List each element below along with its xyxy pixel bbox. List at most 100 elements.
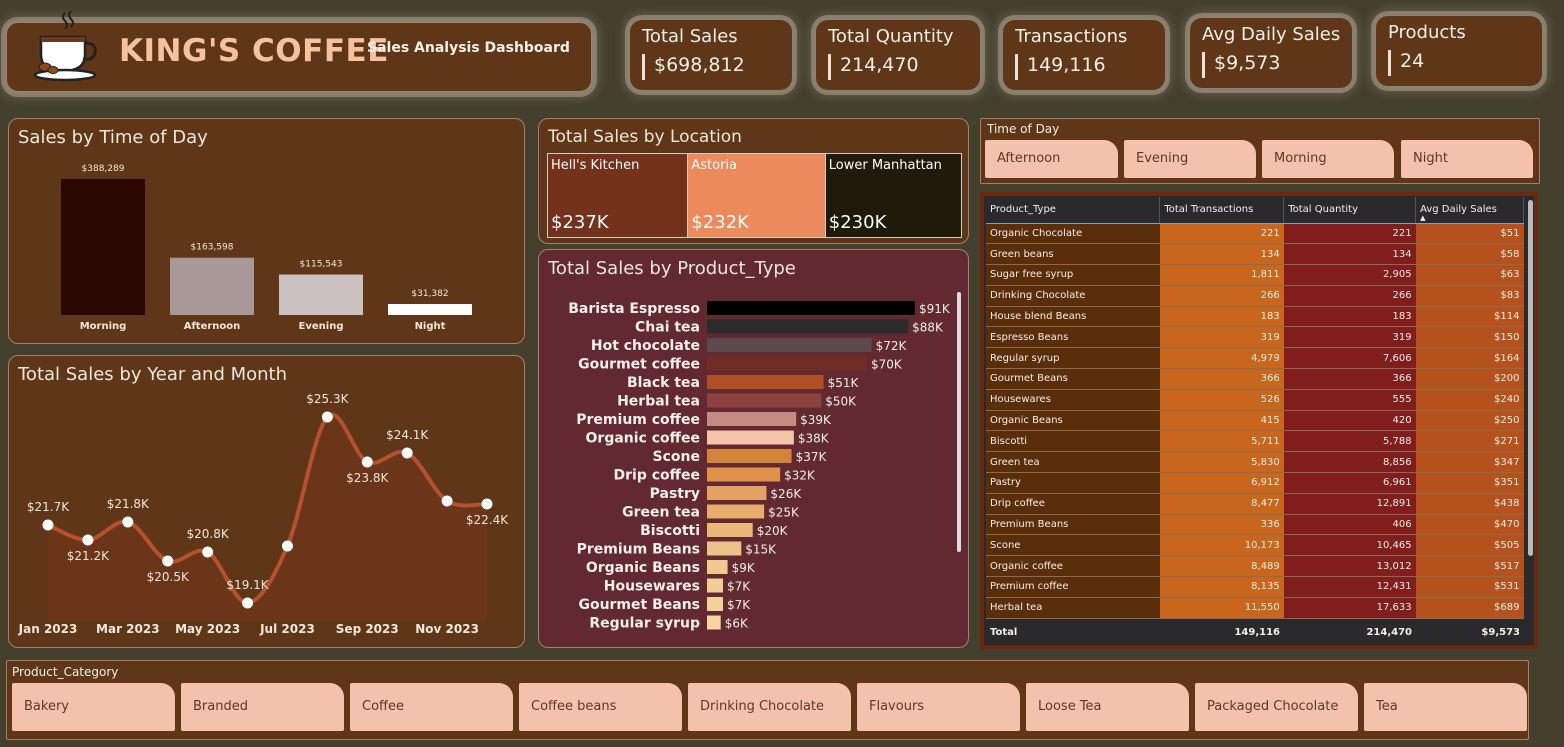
category-option-bakery[interactable]: Bakery: [12, 683, 175, 731]
slicer-option-evening[interactable]: Evening: [1124, 140, 1256, 178]
y-tick-label: Biscotti: [640, 523, 700, 539]
x-tick-label: Jul 2023: [259, 622, 315, 636]
table-row[interactable]: Pastry 6,912 6,961 $351: [986, 472, 1524, 494]
x-tick-label: Sep 2023: [336, 622, 399, 636]
total-avg-daily-sales: $9,573: [1416, 621, 1524, 643]
kpi-total-sales: Total Sales $698,812: [630, 20, 792, 90]
kpi-avg-daily-sales: Avg Daily Sales $9,573: [1190, 18, 1352, 88]
table-row[interactable]: Drip coffee 8,477 12,891 $438: [986, 493, 1524, 515]
x-tick-label: Jan 2023: [18, 622, 78, 636]
kpi-label: Total Sales: [642, 26, 738, 47]
table-row[interactable]: Housewares 526 555 $240: [986, 389, 1524, 411]
category-option-flavours[interactable]: Flavours: [857, 683, 1020, 731]
x-tick-label: Afternoon: [184, 321, 241, 332]
x-tick-label: Morning: [80, 321, 127, 332]
treemap-tile-lower-manhattan[interactable]: Lower Manhattan $230K: [825, 154, 961, 237]
x-tick-label: Night: [415, 321, 446, 332]
data-point: [242, 597, 254, 609]
table-row[interactable]: Biscotti 5,711 5,788 $271: [986, 430, 1524, 453]
cell-product-type: Gourmet Beans: [986, 368, 1160, 390]
data-label: $24.1K: [386, 428, 429, 442]
location-treemap: Hell's Kitchen $237K Astoria $232K Lower…: [547, 153, 962, 238]
cell-total-quantity: 221: [1283, 223, 1416, 245]
table-scroll-area[interactable]: Product_Type Total Transactions Total Qu…: [986, 197, 1524, 623]
category-option-coffee-beans[interactable]: Coffee beans: [519, 683, 682, 731]
table-row[interactable]: Scone 10,173 10,465 $505: [986, 534, 1524, 557]
data-label: $19.1K: [226, 578, 269, 592]
table-row[interactable]: Organic Beans 415 420 $250: [986, 410, 1524, 432]
data-point: [441, 495, 453, 507]
category-option-branded[interactable]: Branded: [181, 683, 344, 731]
table-row[interactable]: Sugar free syrup 1,811 2,905 $63: [986, 264, 1524, 286]
slicer-option-afternoon[interactable]: Afternoon: [985, 140, 1118, 178]
table-row[interactable]: Premium Beans 336 406 $470: [986, 514, 1524, 536]
data-point: [481, 498, 493, 510]
col-header-avg-daily-sales[interactable]: Avg Daily Sales ▲: [1415, 197, 1524, 224]
x-tick-label: May 2023: [175, 622, 240, 636]
bar-organic-coffee: [707, 430, 794, 445]
table-total-row: Total 149,116 214,470 $9,573: [986, 621, 1524, 643]
table-row[interactable]: House blend Beans 183 183 $114: [986, 306, 1524, 328]
cell-avg-daily-sales: $470: [1415, 514, 1524, 536]
product-type-bar-chart: Barista Espresso $91K Chai tea $88K Hot choc…: [568, 301, 951, 632]
y-tick-label: Premium coffee: [576, 412, 700, 428]
category-option-tea[interactable]: Tea: [1364, 683, 1527, 731]
data-label: $25.3K: [306, 392, 349, 406]
table-row[interactable]: Organic coffee 8,489 13,012 $517: [986, 555, 1524, 578]
table-row[interactable]: Gourmet Beans 366 366 $200: [986, 368, 1524, 390]
col-header-product-type[interactable]: Product_Type: [986, 197, 1161, 224]
bar-value-label: $163,598: [191, 243, 234, 253]
table-row[interactable]: Espresso Beans 319 319 $150: [986, 326, 1524, 349]
cell-product-type: Herbal tea: [986, 597, 1160, 619]
table-row[interactable]: Regular syrup 4,979 7,606 $164: [986, 347, 1524, 370]
product-category-slicer: Product_Category Bakery Branded Coffee Coff…: [6, 660, 1529, 740]
data-point: [202, 546, 214, 558]
kpi-total-quantity: Total Quantity 214,470: [816, 20, 980, 90]
y-tick-label: Green tea: [622, 505, 700, 521]
table-row[interactable]: Herbal tea 11,550 17,633 $689: [986, 597, 1524, 619]
bar-value-label: $20K: [757, 524, 789, 538]
treemap-tile-astoria[interactable]: Astoria $232K: [688, 154, 826, 237]
cell-avg-daily-sales: $150: [1415, 326, 1524, 349]
table-row[interactable]: Premium coffee 8,135 12,431 $531: [986, 576, 1524, 598]
cell-total-transactions: 134: [1159, 243, 1284, 266]
cell-total-transactions: 319: [1159, 326, 1284, 349]
y-tick-label: Chai tea: [635, 320, 700, 336]
tile-value: $230K: [828, 212, 887, 233]
bar-value-label: $39K: [800, 413, 832, 427]
category-option-loose-tea[interactable]: Loose Tea: [1026, 683, 1189, 731]
table-row[interactable]: Organic Chocolate 221 221 $51: [986, 223, 1524, 245]
data-label: $21.8K: [107, 497, 150, 511]
bar-value-label: $38K: [798, 432, 830, 446]
chart-scrollbar[interactable]: [957, 292, 961, 552]
bar-value-label: $72K: [876, 339, 908, 353]
cell-total-transactions: 5,711: [1159, 430, 1284, 453]
table-row[interactable]: Drinking Chocolate 266 266 $83: [986, 285, 1524, 307]
table-scrollbar[interactable]: [1528, 200, 1533, 556]
table-row[interactable]: Green tea 5,830 8,856 $347: [986, 451, 1524, 474]
table-body: Organic Chocolate 221 221 $51 Green beans 134…: [986, 223, 1524, 619]
bar-pastry: [707, 486, 767, 500]
category-option-drinking-chocolate[interactable]: Drinking Chocolate: [688, 683, 851, 731]
slicer-option-morning[interactable]: Morning: [1262, 140, 1394, 178]
col-header-total-quantity[interactable]: Total Quantity: [1283, 197, 1417, 224]
cell-avg-daily-sales: $271: [1415, 430, 1524, 453]
slicer-option-night[interactable]: Night: [1401, 140, 1533, 178]
bar-hot-chocolate: [707, 338, 872, 352]
table-row[interactable]: Green beans 134 134 $58: [986, 243, 1524, 266]
cell-avg-daily-sales: $531: [1415, 576, 1524, 598]
product-type-chart-panel: Total Sales by Product_Type Barista Espr…: [538, 249, 969, 648]
category-option-coffee[interactable]: Coffee: [350, 683, 513, 731]
cell-avg-daily-sales: $58: [1415, 243, 1524, 266]
category-option-packaged-chocolate[interactable]: Packaged Chocolate: [1195, 683, 1358, 731]
col-header-total-transactions[interactable]: Total Transactions: [1159, 197, 1285, 224]
treemap-tile-hells-kitchen[interactable]: Hell's Kitchen $237K: [548, 154, 689, 237]
cell-product-type: Premium Beans: [986, 514, 1160, 536]
bar-value-label: $51K: [828, 376, 860, 390]
cell-avg-daily-sales: $114: [1415, 306, 1524, 328]
cell-product-type: Green beans: [986, 243, 1160, 266]
cell-total-transactions: 5,830: [1159, 451, 1284, 474]
bar-gourmet-coffee: [707, 356, 867, 371]
sort-ascending-icon: ▲: [1420, 213, 1426, 222]
data-point: [122, 516, 134, 528]
